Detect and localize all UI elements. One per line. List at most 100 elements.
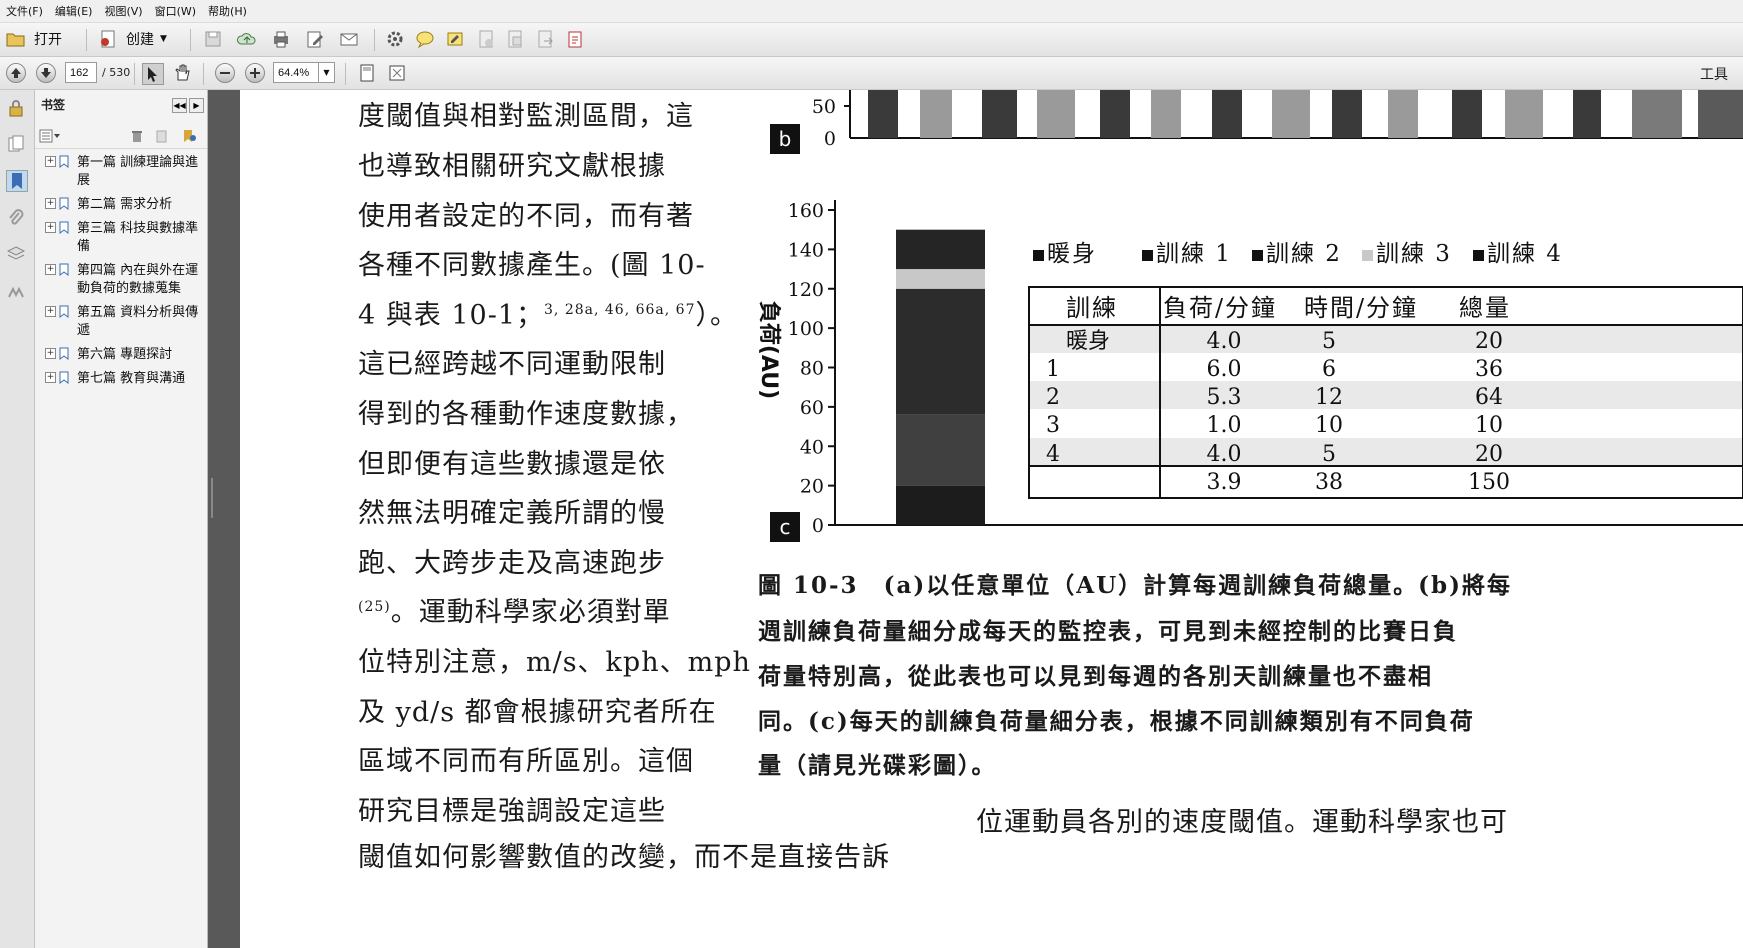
bookmarks-toolbar [35, 124, 207, 149]
chart-b: 50 0 [812, 90, 1743, 150]
email-icon[interactable] [339, 29, 359, 49]
bookmark-item[interactable]: + 第三篇 科技與數據準備 [35, 220, 207, 256]
menu-window[interactable]: 窗口(W) [149, 0, 202, 19]
form-edit-icon[interactable] [565, 29, 585, 49]
create-button[interactable]: 创建 ▼ [98, 28, 167, 50]
bar-segment [896, 414, 985, 486]
bookmark-icon[interactable] [6, 170, 28, 192]
bookmark-item[interactable]: + 第七篇 教育與溝通 [35, 370, 207, 388]
hand-tool-icon[interactable] [172, 63, 192, 83]
table-cell: 20 [1475, 329, 1503, 354]
legend-label: 訓練 1 [1156, 241, 1232, 267]
menu-help[interactable]: 帮助(H) [202, 0, 253, 19]
splitter-grip[interactable] [211, 478, 213, 518]
zoom-in-button[interactable] [245, 63, 265, 83]
expand-icon[interactable]: + [45, 306, 56, 317]
legend: 暖身 訓練 1 訓練 2 訓練 3 訓練 4 [1033, 241, 1561, 267]
figure-caption-line: 圖 10-3 (a)以任意單位（AU）計算每週訓練負荷總量。(b)將每 [758, 572, 1512, 599]
bookmark-icon [59, 197, 69, 210]
options-menu-icon[interactable] [39, 129, 61, 143]
select-tool-icon[interactable] [142, 63, 164, 85]
body-line: 閾值如何影響數值的改變，而不是直接告訴 [358, 842, 890, 873]
y-tick-label: 160 [788, 200, 824, 222]
document-icon[interactable] [476, 29, 496, 49]
chart-b-bar [1151, 90, 1181, 138]
chart-b-bars [868, 90, 1743, 138]
figure-caption-line: 同。(c)每天的訓練負荷量細分表，根據不同訓練類別有不同負荷 [758, 708, 1475, 735]
bookmark-item[interactable]: + 第四篇 內在與外在運動負荷的數據蒐集 [35, 262, 207, 298]
new-bookmark-icon[interactable] [155, 129, 169, 143]
y-tick-label: 0 [812, 515, 824, 537]
y-tick-label: 0 [824, 128, 836, 150]
menu-view[interactable]: 视图(V) [98, 0, 148, 19]
highlight-icon[interactable] [445, 29, 465, 49]
y-tick-label: 20 [800, 476, 824, 498]
table-cell: 5.3 [1207, 385, 1242, 410]
next-page-button[interactable] [36, 63, 56, 83]
chart-b-bar [1100, 90, 1130, 138]
y-tick-label: 60 [800, 397, 824, 419]
document-compare-icon[interactable] [505, 29, 525, 49]
table-header: 訓練 [1066, 294, 1118, 322]
bookmarks-title: 书签 [41, 98, 66, 112]
panel-splitter[interactable] [208, 90, 240, 948]
lock-icon[interactable] [6, 98, 26, 118]
chart-b-bar [982, 90, 1017, 138]
bookmark-label: 第一篇 訓練理論與進展 [77, 155, 199, 188]
pages-icon[interactable] [6, 134, 26, 154]
zoom-input[interactable] [273, 62, 319, 83]
menu-edit[interactable]: 编辑(E) [49, 0, 99, 19]
chart-b-bar [920, 90, 952, 138]
full-screen-icon[interactable] [387, 63, 407, 83]
edit-document-icon[interactable] [305, 29, 325, 49]
minus-icon [220, 72, 230, 74]
document-export-icon[interactable] [535, 29, 555, 49]
legend-swatch [1252, 250, 1263, 261]
legend-swatch [1033, 250, 1044, 261]
bookmark-item[interactable]: + 第五篇 資料分析與傳遞 [35, 304, 207, 340]
save-icon[interactable] [203, 29, 223, 49]
comment-icon[interactable] [415, 29, 435, 49]
toolbar-separator [190, 29, 191, 51]
arrow-down-icon [41, 68, 51, 78]
table-cell: 10 [1475, 413, 1503, 438]
signature-icon[interactable] [6, 282, 26, 302]
chart-b-panel-label: b [770, 124, 800, 154]
panel-menu-button[interactable]: ▶ [189, 98, 204, 113]
bookmark-label: 第三篇 科技與數據準備 [77, 221, 199, 254]
attachment-icon[interactable] [6, 208, 26, 228]
expand-icon[interactable]: + [45, 372, 56, 383]
tools-button[interactable]: 工具 [1700, 64, 1728, 84]
bookmark-item[interactable]: + 第六篇 專題探討 [35, 346, 207, 364]
body-line: 位特別注意，m/s、kph、mph [358, 647, 751, 678]
layers-icon[interactable] [6, 244, 26, 264]
cloud-upload-icon[interactable] [237, 29, 257, 49]
body-line: 跑、大跨步走及高速跑步 [358, 548, 666, 579]
bookmark-properties-icon[interactable] [181, 129, 197, 143]
open-button[interactable]: 打开 [6, 28, 62, 50]
legend-label: 訓練 2 [1266, 241, 1342, 267]
gear-icon[interactable] [385, 29, 405, 49]
expand-icon[interactable]: + [45, 198, 56, 209]
table-cell: 12 [1315, 385, 1343, 410]
expand-icon[interactable]: + [45, 222, 56, 233]
bookmark-item[interactable]: + 第二篇 需求分析 [35, 196, 207, 214]
collapse-panel-button[interactable]: ◀◀ [172, 98, 187, 113]
bookmark-icon [59, 347, 69, 360]
expand-icon[interactable]: + [45, 348, 56, 359]
toolbar-separator [134, 63, 135, 85]
body-line: 度閾值與相對監測區間，這 [358, 101, 694, 132]
zoom-dropdown[interactable]: ▼ [318, 62, 335, 83]
bookmark-item[interactable]: + 第一篇 訓練理論與進展 [35, 154, 207, 190]
previous-page-button[interactable] [6, 63, 26, 83]
page-number-input[interactable] [65, 62, 97, 83]
chart-b-bar [868, 90, 898, 138]
zoom-out-button[interactable] [215, 63, 235, 83]
trash-icon[interactable] [130, 129, 144, 143]
print-icon[interactable] [271, 29, 291, 49]
fit-page-icon[interactable] [357, 63, 377, 83]
expand-icon[interactable]: + [45, 156, 56, 167]
menu-file[interactable]: 文件(F) [0, 0, 49, 19]
body-line-with-refs: 4 與表 10-1；3, 28a, 46, 66a, 67）。 [358, 293, 738, 332]
expand-icon[interactable]: + [45, 264, 56, 275]
